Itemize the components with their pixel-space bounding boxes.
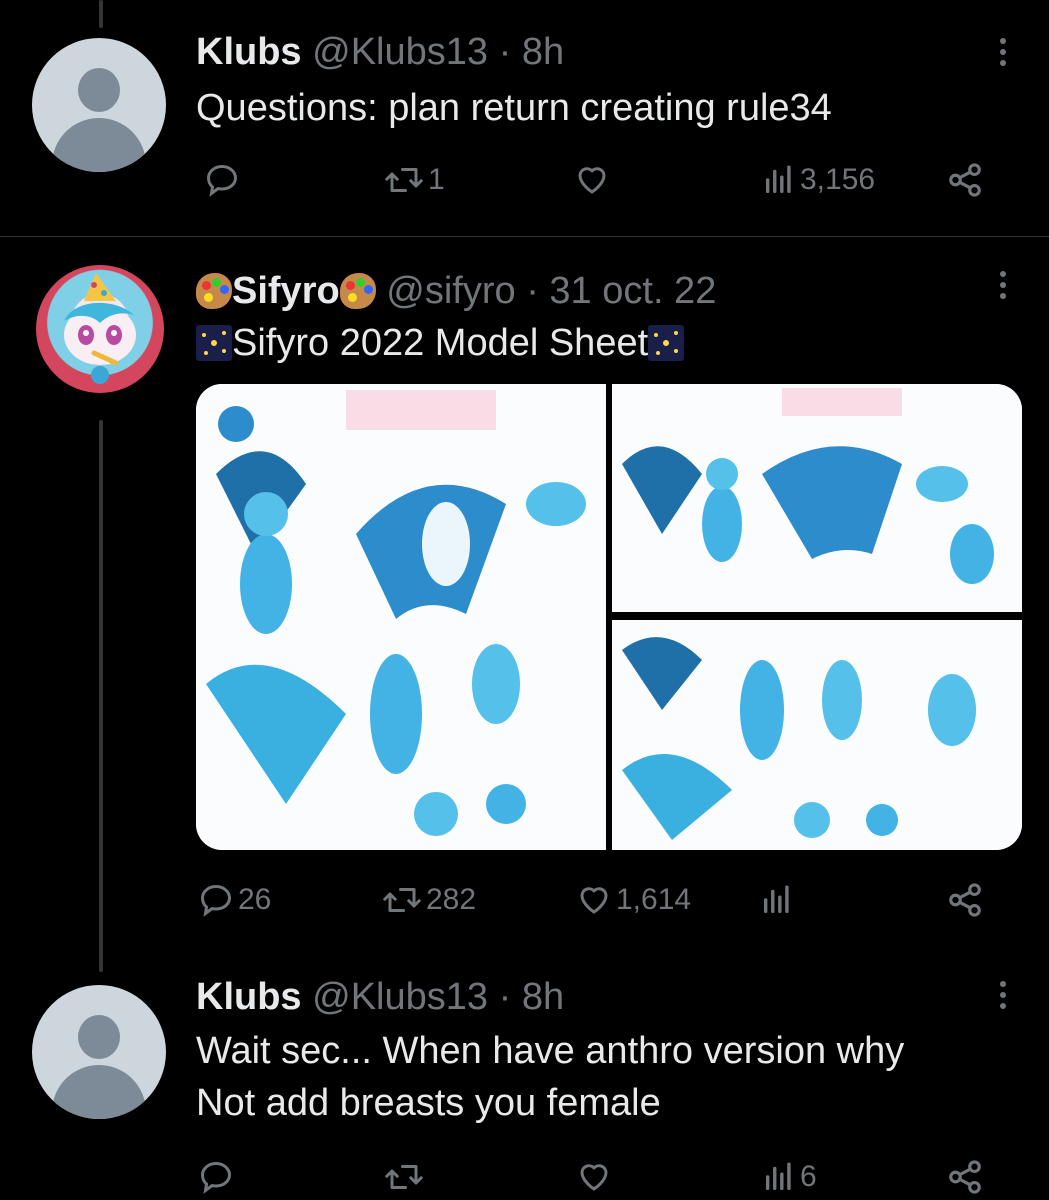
more-options-icon[interactable] [997,38,1009,71]
retweet-count: 282 [426,883,477,916]
tweet-text-line: Not add breasts you female [196,1082,661,1124]
share-icon [949,1160,981,1194]
tweet-text-line: Wait sec... When have anthro version why [196,1030,905,1072]
like-button[interactable] [576,1155,616,1199]
views-icon [765,165,791,194]
retweet-count: 1 [428,163,445,196]
separator: · [498,976,512,1018]
tweet-header: Klubs @Klubs13 · 8h [196,975,564,1019]
reply-button[interactable] [198,1155,238,1199]
tweet-header: Sifyro @sifyro · 31 oct. 22 [196,269,716,313]
more-options-icon[interactable] [997,271,1009,304]
user-handle[interactable]: @Klubs13 [312,31,488,73]
user-name[interactable]: Sifyro [232,270,340,312]
avatar[interactable] [36,265,164,393]
separator: · [498,31,512,73]
share-button[interactable] [946,878,984,922]
views-icon [765,1162,791,1191]
timestamp[interactable]: 31 oct. 22 [549,270,716,312]
avatar[interactable] [32,985,166,1119]
separator: · [526,270,539,312]
tweet-actions: 26 282 1,614 [196,878,996,922]
timestamp[interactable]: 8h [522,31,564,73]
retweet-icon [385,168,423,192]
views-count: 6 [800,1160,817,1193]
retweet-button[interactable]: 1 [384,158,445,202]
views-count: 3,156 [800,163,876,196]
reply-icon [200,884,232,917]
model-sheet-image[interactable] [196,384,1022,850]
tweet-actions: 1 3,156 [196,158,996,202]
share-button[interactable] [946,158,984,202]
user-handle[interactable]: @sifyro [386,270,515,312]
sparkler-icon [196,325,232,361]
avatar[interactable] [32,38,166,172]
tweet-header: Klubs @Klubs13 · 8h [196,30,564,74]
dragon-sketch-image [612,384,1022,612]
user-name[interactable]: Klubs [196,31,302,73]
share-icon [949,163,981,197]
sparkler-icon [648,325,685,361]
default-avatar-icon [78,68,120,112]
tweet[interactable]: Klubs @Klubs13 · 8h Questions: plan retu… [0,0,1049,236]
timestamp[interactable]: 8h [522,976,564,1018]
tweet-text: Questions: plan return creating rule34 [196,87,832,129]
artist-palette-icon [196,273,232,309]
heart-icon [580,887,608,914]
share-icon [949,883,981,917]
like-button[interactable] [574,158,614,202]
reply-button[interactable]: 26 [198,878,271,922]
like-count: 1,614 [616,883,692,916]
tweet-text: Wait sec... When have anthro version why… [196,1025,996,1129]
views-button[interactable] [760,878,798,922]
views-button[interactable]: 3,156 [762,158,875,202]
user-name[interactable]: Klubs [196,976,302,1018]
reply-icon [206,164,238,197]
artist-palette-icon [339,273,376,309]
tweet-text: Sifyro 2022 Model Sheet [196,317,996,369]
more-options-icon[interactable] [997,981,1009,1014]
like-button[interactable]: 1,614 [576,878,691,922]
tweet[interactable]: Klubs @Klubs13 · 8h Wait sec... When hav… [0,945,1049,1200]
media-image-top-right[interactable] [612,384,1022,612]
heart-icon [580,1164,608,1191]
tweet-actions: 6 [196,1155,996,1199]
reply-button[interactable] [204,158,244,202]
reply-count: 26 [238,883,272,916]
user-handle[interactable]: @Klubs13 [312,976,488,1018]
media-image-bottom-right[interactable] [612,620,1022,850]
tweet-text-content: Sifyro 2022 Model Sheet [232,322,649,364]
media-image-left[interactable] [196,384,606,850]
dragon-sketch-image [196,384,606,850]
views-button[interactable]: 6 [762,1155,817,1199]
reply-icon [200,1161,232,1194]
dragon-sketch-image [612,620,1022,850]
default-avatar-icon [78,1015,120,1059]
views-icon [763,885,789,914]
retweet-icon [383,888,421,912]
retweet-button[interactable] [384,1155,428,1199]
retweet-icon [385,1165,423,1189]
retweet-button[interactable]: 282 [382,878,476,922]
sifyro-avatar-image [64,273,136,384]
share-button[interactable] [946,1155,984,1199]
heart-icon [578,167,606,194]
